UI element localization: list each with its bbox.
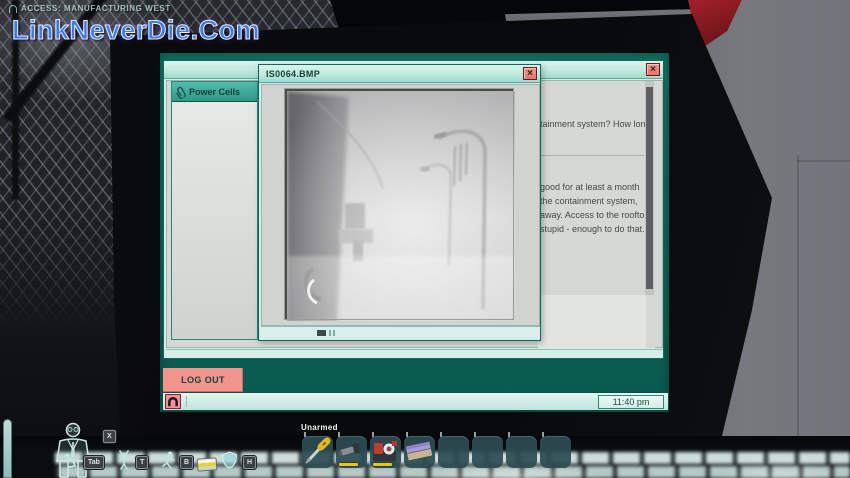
taskbar-clock: 11:40 pm <box>598 395 664 409</box>
notebook-icon <box>404 436 434 466</box>
inventory-slot-empty[interactable] <box>472 436 503 468</box>
shield-keycap: H <box>243 456 256 469</box>
inventory-slot-notebook[interactable] <box>404 436 435 468</box>
taskbar: 11:40 pm <box>163 392 668 410</box>
computer-screen: × Power Cells tainment system? How long … <box>160 53 669 412</box>
interact-keycap: X <box>103 430 116 443</box>
photo-foggy-street <box>285 89 513 319</box>
email-text-line: the containment system, <box>540 196 638 206</box>
paperclip-icon <box>174 84 189 99</box>
access-label: ACCESS: MANUFACTURING WEST <box>21 4 171 13</box>
email-message-area: tainment system? How long good for at le… <box>538 81 655 348</box>
email-scrollbar-thumb[interactable] <box>646 87 653 289</box>
durability-bar <box>339 463 358 466</box>
email-text-line: stupid - enough to do that. <box>540 224 645 234</box>
image-window-body <box>261 84 540 326</box>
inventory-slot-empty[interactable] <box>438 436 469 468</box>
email-scrollbar[interactable] <box>645 81 654 295</box>
arch-icon <box>167 396 179 407</box>
inventory-slot-camera[interactable] <box>370 436 401 468</box>
access-icon <box>9 5 17 13</box>
taskbar-app-icon[interactable] <box>165 394 181 409</box>
shield-icon <box>221 451 238 469</box>
image-window-titlebar[interactable]: IS0064.BMP × <box>259 65 540 83</box>
email-text-line: tainment system? How long <box>540 119 651 129</box>
email-close-button[interactable]: × <box>646 63 660 76</box>
inventory-slot-empty[interactable] <box>506 436 537 468</box>
inventory-slot-screwdriver[interactable] <box>302 436 333 468</box>
image-viewer-window: IS0064.BMP × <box>258 64 541 341</box>
weapon-status-label: Unarmed <box>301 423 338 432</box>
run-icon <box>160 450 176 470</box>
flashlight-icon <box>336 436 366 466</box>
image-scrollbar[interactable] <box>261 326 540 338</box>
inventory-bar <box>302 436 571 468</box>
image-scrollbar-thumb[interactable] <box>317 330 326 336</box>
game-viewport: × Power Cells tainment system? How long … <box>0 0 850 478</box>
inventory-slot-empty[interactable] <box>540 436 571 468</box>
attachment-item-power-cells[interactable]: Power Cells <box>172 82 257 102</box>
keycard-icon <box>197 457 218 471</box>
lean-keycap: T <box>136 456 148 469</box>
stamina-bar <box>3 419 12 478</box>
logout-button[interactable]: LOG OUT <box>163 368 243 392</box>
watermark-text: LinkNeverDie.Com <box>12 15 260 46</box>
screwdriver-icon <box>302 436 332 466</box>
image-close-button[interactable]: × <box>523 67 537 80</box>
email-text-line: good for at least a month <box>540 182 640 192</box>
crouch-icon <box>62 452 80 470</box>
climb-icon <box>117 450 131 470</box>
crouch-keycap: Tab <box>84 456 104 469</box>
attachment-panel: Power Cells <box>171 81 258 340</box>
access-location-bar: ACCESS: MANUFACTURING WEST <box>9 4 171 13</box>
run-keycap: B <box>180 456 193 469</box>
durability-bar <box>373 463 392 466</box>
image-window-title: IS0064.BMP <box>259 69 320 79</box>
attachment-label: Power Cells <box>189 87 240 97</box>
email-text-line: away. Access to the rooftops <box>540 210 654 220</box>
camera-icon <box>370 436 400 466</box>
inventory-slot-flashlight[interactable] <box>336 436 367 468</box>
